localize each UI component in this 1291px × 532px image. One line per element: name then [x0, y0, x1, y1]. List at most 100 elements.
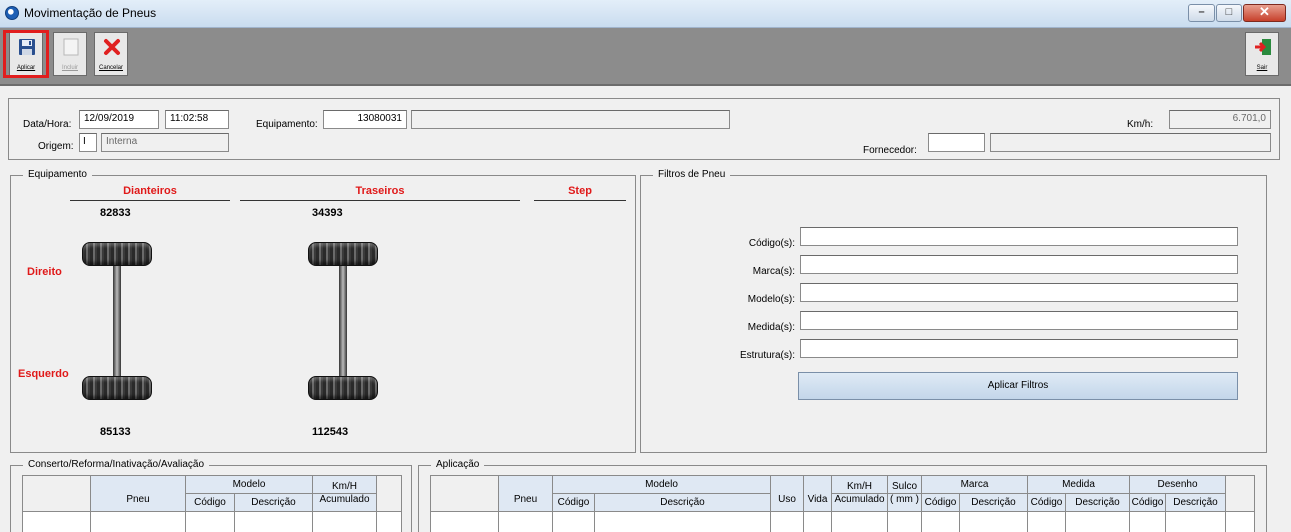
front-right-tire-icon[interactable]	[82, 242, 152, 266]
conserto-grid[interactable]: Pneu Modelo Código Descrição Km/H Acumul…	[22, 475, 402, 532]
modelos-input[interactable]	[800, 283, 1238, 302]
conserto-group-title: Conserto/Reforma/Inativação/Avaliação	[23, 459, 210, 470]
front-left-tire-icon[interactable]	[82, 376, 152, 400]
sair-label: Sair	[1256, 65, 1268, 71]
codigos-input[interactable]	[800, 227, 1238, 246]
time-field[interactable]: 11:02:58	[165, 110, 229, 129]
rear-left-tire-icon[interactable]	[308, 376, 378, 400]
minimize-button[interactable]: –	[1188, 4, 1215, 22]
table-row[interactable]	[23, 512, 91, 532]
col-codigo: Código	[186, 494, 235, 512]
table-cell[interactable]	[91, 512, 186, 532]
kmh-field: 6.701,0	[1169, 110, 1271, 129]
rear-bottom-tire-number: 112543	[312, 426, 349, 438]
col-acumulado: Acumulado	[313, 494, 377, 512]
table-cell[interactable]	[1028, 512, 1066, 532]
marcas-label: Marca(s):	[752, 266, 795, 277]
toolbar: Aplicar Incluir Cancelar Sair	[0, 28, 1291, 86]
title-bar: Movimentação de Pneus – □ ✕	[0, 0, 1291, 28]
table-cell[interactable]	[1130, 512, 1166, 532]
cancel-x-icon	[104, 39, 120, 55]
rear-right-tire-icon[interactable]	[308, 242, 378, 266]
table-cell[interactable]	[922, 512, 960, 532]
equipamento-code-field[interactable]: 13080031	[323, 110, 407, 129]
codigos-label: Código(s):	[748, 238, 795, 249]
table-cell[interactable]	[235, 512, 313, 532]
fornecedor-label: Fornecedor:	[863, 145, 917, 156]
data-hora-label: Data/Hora:	[23, 119, 72, 130]
equipamento-group-title: Equipamento	[23, 169, 92, 180]
col-kmh: Km/H	[313, 476, 377, 494]
table-row[interactable]	[431, 512, 499, 532]
col-desenho: Desenho	[1130, 476, 1226, 494]
aplicar-filtros-button[interactable]: Aplicar Filtros	[798, 372, 1238, 400]
cancelar-button[interactable]: Cancelar	[94, 32, 128, 76]
table-cell[interactable]	[1166, 512, 1226, 532]
col-medida-descricao: Descrição	[1066, 494, 1130, 512]
medidas-input[interactable]	[800, 311, 1238, 330]
table-cell[interactable]	[804, 512, 832, 532]
table-cell[interactable]	[553, 512, 595, 532]
front-bottom-tire-number: 85133	[100, 426, 131, 438]
aplicacao-grid[interactable]: Pneu Modelo Código Descrição Uso Vida Km…	[430, 475, 1255, 532]
col-sulco: Sulco	[888, 476, 922, 494]
table-cell[interactable]	[499, 512, 553, 532]
fornecedor-code-field[interactable]	[928, 133, 985, 152]
equipamento-desc-field	[411, 110, 730, 129]
maximize-button[interactable]: □	[1216, 4, 1242, 22]
incluir-button[interactable]: Incluir	[53, 32, 87, 76]
table-cell[interactable]	[888, 512, 922, 532]
col-spacer	[377, 476, 401, 512]
rear-axle	[339, 266, 347, 376]
col-vida: Vida	[804, 476, 832, 512]
dianteiros-header: Dianteiros	[123, 185, 177, 197]
sair-button[interactable]: Sair	[1245, 32, 1279, 76]
col-descricao: Descrição	[235, 494, 313, 512]
new-document-icon	[63, 38, 79, 56]
cancelar-label: Cancelar	[98, 65, 123, 71]
close-icon: ✕	[1259, 4, 1270, 19]
window-title: Movimentação de Pneus	[24, 6, 157, 20]
origem-code-field[interactable]: I	[79, 133, 97, 152]
table-cell[interactable]	[595, 512, 771, 532]
col-kmh: Km/H	[832, 476, 888, 494]
col-medida: Medida	[1028, 476, 1130, 494]
col-uso: Uso	[771, 476, 804, 512]
esquerdo-label: Esquerdo	[18, 368, 69, 380]
highlight-box	[3, 30, 49, 78]
direito-label: Direito	[27, 266, 62, 278]
marcas-input[interactable]	[800, 255, 1238, 274]
table-cell[interactable]	[1066, 512, 1130, 532]
estruturas-input[interactable]	[800, 339, 1238, 358]
table-cell[interactable]	[771, 512, 804, 532]
traseiros-header: Traseiros	[355, 185, 405, 197]
traseiros-line	[240, 200, 520, 201]
front-top-tire-number: 82833	[100, 207, 131, 219]
col-marca: Marca	[922, 476, 1028, 494]
rear-top-tire-number: 34393	[312, 207, 343, 219]
step-header: Step	[568, 185, 592, 197]
table-cell[interactable]	[960, 512, 1028, 532]
aplicacao-group-title: Aplicação	[431, 459, 485, 470]
col-marca-codigo: Código	[922, 494, 960, 512]
col-mm: ( mm )	[888, 494, 922, 512]
exit-door-icon	[1255, 39, 1271, 55]
col-spacer	[1226, 476, 1254, 512]
col-desenho-codigo: Código	[1130, 494, 1166, 512]
minimize-icon: –	[1198, 6, 1205, 18]
dianteiros-line	[70, 200, 230, 201]
col-codigo: Código	[553, 494, 595, 512]
step-line	[534, 200, 626, 201]
table-cell[interactable]	[186, 512, 235, 532]
table-cell[interactable]	[313, 512, 377, 532]
col-pneu: Pneu	[499, 476, 553, 512]
kmh-label: Km/h:	[1127, 119, 1154, 130]
maximize-icon: □	[1225, 6, 1233, 18]
grid-corner	[23, 476, 91, 512]
medidas-label: Medida(s):	[747, 322, 795, 333]
close-button[interactable]: ✕	[1243, 4, 1286, 22]
date-field[interactable]: 12/09/2019	[79, 110, 159, 129]
col-descricao: Descrição	[595, 494, 771, 512]
table-cell[interactable]	[832, 512, 888, 532]
modelos-label: Modelo(s):	[747, 294, 795, 305]
